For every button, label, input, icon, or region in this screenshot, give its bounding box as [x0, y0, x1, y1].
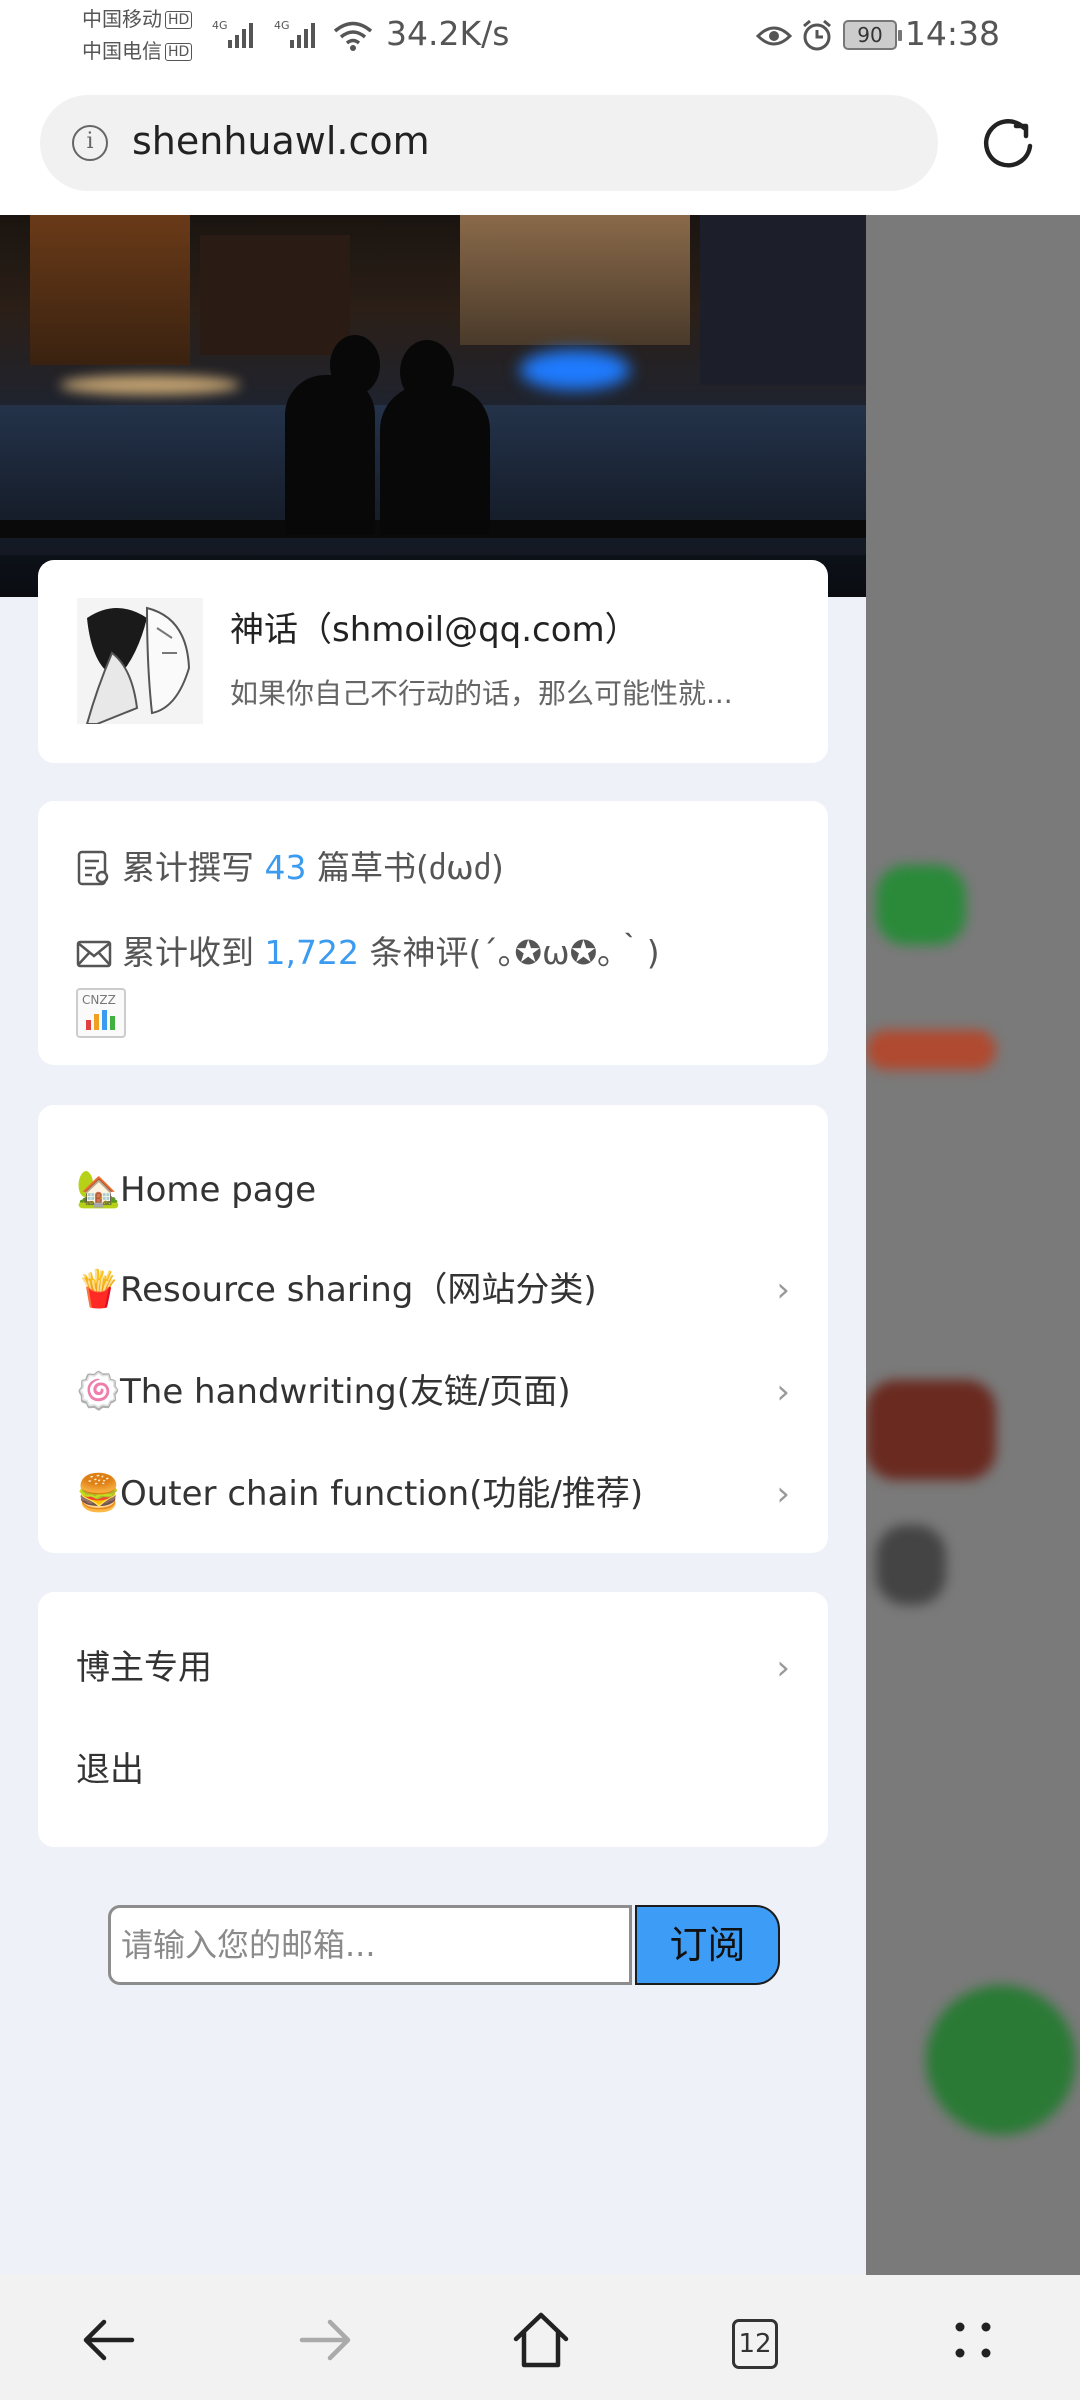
subscribe-form: 订阅: [108, 1905, 780, 1985]
posts-stat: 累计撰写 43 篇草书(ძωძ): [76, 841, 504, 889]
avatar[interactable]: [77, 598, 203, 724]
bg-blob: [876, 865, 966, 945]
menu-item-blogger-only[interactable]: 博主专用 ›: [76, 1633, 790, 1703]
signal-icon: 4G: [274, 19, 315, 48]
menu-item-logout[interactable]: 退出: [76, 1735, 790, 1805]
svg-text:4G: 4G: [212, 19, 228, 32]
status-bar: 中国移动 HD 中国电信 HD 4G 4G 34.2K/s 90 14:38: [0, 0, 1080, 75]
carrier-2: 中国电信 HD: [82, 38, 193, 64]
email-input[interactable]: [108, 1905, 632, 1985]
more-dots-icon[interactable]: [938, 2305, 1008, 2375]
tabs-button[interactable]: 12: [732, 2319, 778, 2369]
chevron-right-icon: ›: [776, 1474, 790, 1514]
menu-item-handwriting[interactable]: 🍥The handwriting(友链/页面) ›: [76, 1357, 790, 1427]
battery-indicator: 90: [843, 20, 902, 50]
clock: 14:38: [904, 14, 1000, 53]
profile-motto: 如果你自己不行动的话，那么可能性就...: [230, 677, 733, 710]
bg-blob: [866, 1030, 996, 1070]
fishcake-icon: 🍥: [76, 1371, 121, 1412]
profile-name: 神话（shmoil@qq.com）: [230, 610, 639, 650]
comments-count: 1,722: [264, 933, 359, 972]
wifi-icon: [333, 21, 373, 51]
header-photo: [0, 215, 866, 597]
browser-bottom-nav: 12: [0, 2275, 1080, 2400]
carrier-1: 中国移动 HD: [82, 6, 193, 32]
browser-toolbar: i shenhuawl.com: [0, 75, 1080, 215]
eye-icon: [756, 26, 792, 46]
side-drawer: 神话（shmoil@qq.com） 如果你自己不行动的话，那么可能性就... 累…: [0, 215, 866, 2275]
address-bar[interactable]: i shenhuawl.com: [40, 95, 938, 191]
bg-blob: [866, 1380, 996, 1480]
chevron-right-icon: ›: [776, 1648, 790, 1688]
fries-icon: 🍟: [76, 1269, 121, 1310]
url-text[interactable]: shenhuawl.com: [132, 119, 430, 163]
network-speed: 34.2K/s: [386, 14, 510, 53]
document-icon: [77, 850, 109, 886]
chevron-right-icon: ›: [776, 1270, 790, 1310]
forward-arrow-icon[interactable]: [290, 2305, 360, 2375]
info-icon[interactable]: i: [72, 125, 108, 161]
comments-stat: 累计收到 1,722 条神评(´｡✪ω✪｡｀): [76, 926, 660, 974]
bg-blob: [926, 1985, 1076, 2135]
chevron-right-icon: ›: [776, 1372, 790, 1412]
signal-icon: 4G: [212, 19, 253, 48]
menu-item-resource-sharing[interactable]: 🍟Resource sharing（网站分类) ›: [76, 1255, 790, 1325]
menu-item-home[interactable]: 🏡Home page: [76, 1155, 790, 1225]
bg-blob: [876, 1525, 946, 1605]
profile-card[interactable]: 神话（shmoil@qq.com） 如果你自己不行动的话，那么可能性就...: [38, 560, 828, 763]
stats-card: 累计撰写 43 篇草书(ძωძ) 累计收到 1,722 条神评(´｡✪ω✪｡｀)…: [38, 801, 828, 1065]
back-arrow-icon[interactable]: [74, 2305, 144, 2375]
subscribe-button[interactable]: 订阅: [635, 1905, 780, 1985]
mail-icon: [76, 940, 112, 968]
posts-count: 43: [264, 848, 307, 887]
cnzz-label: CNZZ: [82, 993, 116, 1007]
admin-menu: 博主专用 › 退出: [38, 1592, 828, 1847]
menu-item-outer-chain[interactable]: 🍔Outer chain function(功能/推荐) ›: [76, 1459, 790, 1529]
svg-text:4G: 4G: [274, 19, 290, 32]
burger-icon: 🍔: [76, 1473, 121, 1514]
navigation-menu: 🏡Home page 🍟Resource sharing（网站分类) › 🍥Th…: [38, 1105, 828, 1553]
alarm-icon: [803, 19, 831, 51]
home-icon[interactable]: [506, 2305, 576, 2375]
reload-icon[interactable]: [980, 116, 1036, 172]
cnzz-analytics-icon[interactable]: CNZZ: [76, 988, 126, 1038]
background-page: [866, 215, 1080, 2275]
house-icon: 🏡: [76, 1169, 121, 1210]
